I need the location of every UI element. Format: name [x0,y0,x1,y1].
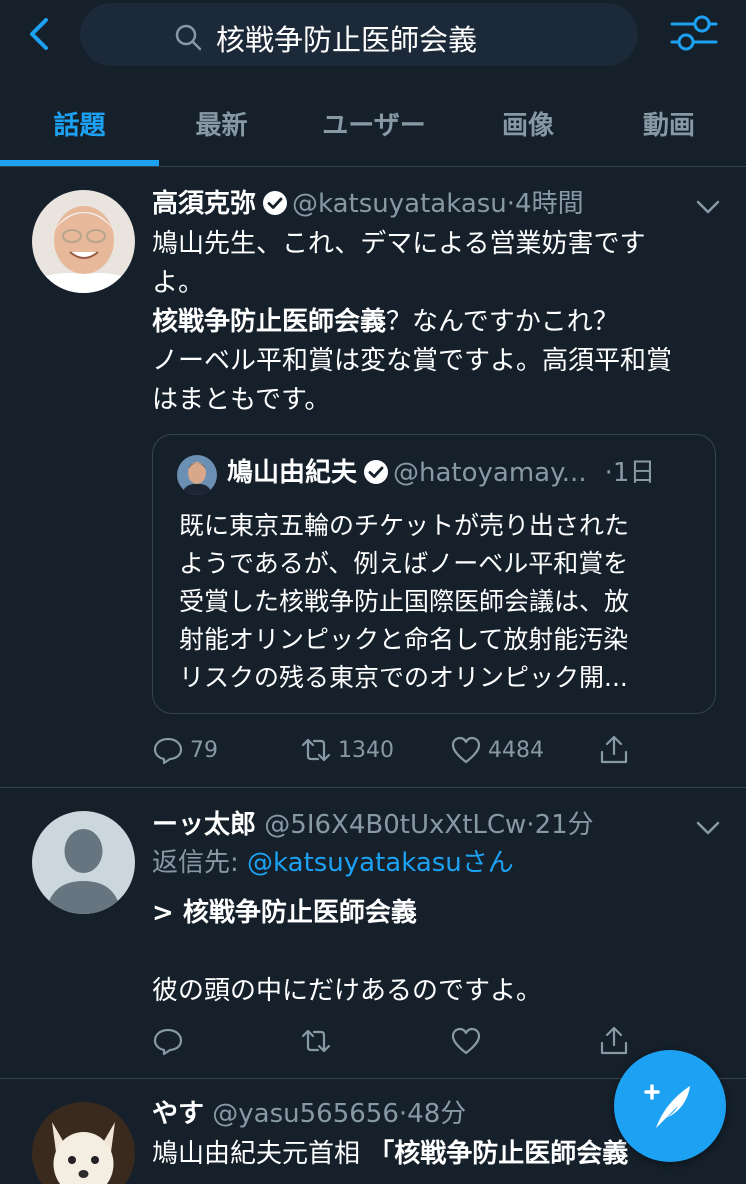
like-button[interactable]: 4484 [450,730,544,770]
retweet-icon [301,738,331,762]
display-name[interactable]: 高須克弥 [152,189,256,219]
tweet-text-line: 鳩山先生、これ、デマによる営業妨害です [152,229,646,259]
tweet-text-line: ノーベル平和賞は変な賞ですよ。高須平和賞 [152,346,673,376]
search-input[interactable]: 核戦争防止医師会義 [80,3,638,66]
chevron-down-icon[interactable] [694,197,722,217]
timestamp[interactable]: 48分 [407,1099,466,1129]
handle: @yasu565656 [212,1099,399,1129]
separator-dot: · [398,1099,408,1129]
like-button[interactable] [450,1021,482,1061]
search-query: 核戦争防止医師会義 [216,23,478,57]
tab-photos[interactable]: 画像 [464,80,592,166]
tab-top[interactable]: 話題 [0,80,159,166]
quoted-header: 鳩山由紀夫 @hatoyamay... ·1日 [227,455,655,491]
tweet-text-line: はまともです。 [152,385,331,415]
reply-button[interactable] [152,1021,184,1061]
handle: @katsuyatakasu [292,189,507,219]
quoted-avatar [177,455,217,495]
quoted-display-name: 鳩山由紀夫 [227,458,358,488]
quoted-text-line: ようであるが、例えばノーベル平和賞を [179,549,629,578]
tab-latest[interactable]: 最新 [159,80,284,166]
retweet-button[interactable]: 1340 [300,730,394,770]
tweet-header: 高須克弥 @katsuyatakasu·4時間 [152,187,584,221]
timestamp[interactable]: 4時間 [515,189,584,219]
avatar[interactable] [32,190,135,293]
quoted-text: 既に東京五輪のチケットが売り出された ようであるが、例えばノーベル平和賞を 受賞… [179,507,693,697]
reply-mention-link[interactable]: @katsuyatakasuさん [247,848,514,878]
avatar[interactable] [32,1102,135,1184]
tweet-text-line: 彼の頭の中にだけあるのですよ。 [152,976,543,1006]
share-button[interactable] [598,730,630,770]
compose-tweet-button[interactable] [614,1050,726,1162]
active-tab-indicator [0,160,159,166]
tweet-actions: 79 1340 4484 [152,730,652,770]
search-tabs: 話題 最新 ユーザー 画像 動画 [0,80,746,167]
tweet-text: > 核戦争防止医師会義 彼の頭の中にだけあるのですよ。 [152,894,722,1011]
tweet-header: やす @yasu565656·48分 [152,1097,466,1131]
heart-icon [451,736,481,764]
tweet-text: 鳩山先生、これ、デマによる営業妨害です よ。 核戦争防止医師会義？なんですかこれ… [152,225,722,420]
heart-icon [451,1027,481,1055]
retweet-button[interactable] [300,1021,332,1061]
tweet[interactable]: 高須克弥 @katsuyatakasu·4時間 鳩山先生、これ、デマによる営業妨害… [0,167,746,788]
display-name[interactable]: ーッ太郎 [152,810,256,840]
replying-to: 返信先: @katsuyatakasuさん [152,846,514,880]
top-bar: 核戦争防止医師会義 [0,0,746,70]
share-icon [600,735,628,764]
chevron-down-icon[interactable] [694,818,722,838]
quoted-text-line: リスクの残る東京でのオリンピック開... [179,663,628,692]
back-icon[interactable] [22,14,58,54]
share-icon [600,1026,628,1055]
reply-count: 79 [190,737,218,763]
filter-sliders-icon[interactable] [670,14,718,54]
tab-people[interactable]: ユーザー [284,80,464,166]
quoted-text-line: 既に東京五輪のチケットが売り出された [179,511,630,540]
tweet-header: ーッ太郎 @5I6X4B0tUxXtLCw·21分 [152,808,594,842]
share-button[interactable] [598,1021,630,1061]
verified-badge-icon [363,459,389,485]
compose-feather-icon [644,1084,690,1128]
highlighted-search-term: 「核戦争防止医師会義 [368,1139,629,1169]
reply-icon [153,737,183,765]
quoted-handle: @hatoyamay... [393,458,587,488]
verified-badge-icon [262,190,288,216]
tweet[interactable]: ーッ太郎 @5I6X4B0tUxXtLCw·21分 返信先: @katsuyat… [0,788,746,1079]
timestamp[interactable]: 21分 [535,810,594,840]
search-icon [174,23,202,51]
quoted-timestamp: ·1日 [604,458,656,488]
tweet-text-line: ？なんですかこれ？ [386,307,619,337]
handle: @5I6X4B0tUxXtLCw [264,810,527,840]
tweet-text-line: 鳩山由紀夫元首相 [152,1139,369,1169]
reply-icon [153,1028,183,1056]
tweet-actions [152,1021,652,1061]
display-name[interactable]: やす [152,1099,204,1129]
like-count: 4484 [488,737,544,763]
quoted-tweet[interactable]: 鳩山由紀夫 @hatoyamay... ·1日 既に東京五輪のチケットが売り出された… [152,434,716,714]
tab-videos[interactable]: 動画 [592,80,746,166]
highlighted-search-term: 核戦争防止医師会義 [152,307,387,337]
separator-dot: · [506,189,516,219]
tweet-text-line: よ。 [152,268,205,298]
reply-prefix: 返信先: [152,848,248,878]
quoted-search-term: > 核戦争防止医師会義 [152,898,417,928]
retweet-icon [301,1029,331,1053]
quoted-text-line: 射能オリンピックと命名して放射能汚染 [179,625,629,654]
separator-dot: · [526,810,535,840]
retweet-count: 1340 [338,737,394,763]
reply-button[interactable]: 79 [152,730,218,770]
default-avatar[interactable] [32,811,135,914]
quoted-text-line: 受賞した核戦争防止国際医師会議は、放 [179,587,630,616]
